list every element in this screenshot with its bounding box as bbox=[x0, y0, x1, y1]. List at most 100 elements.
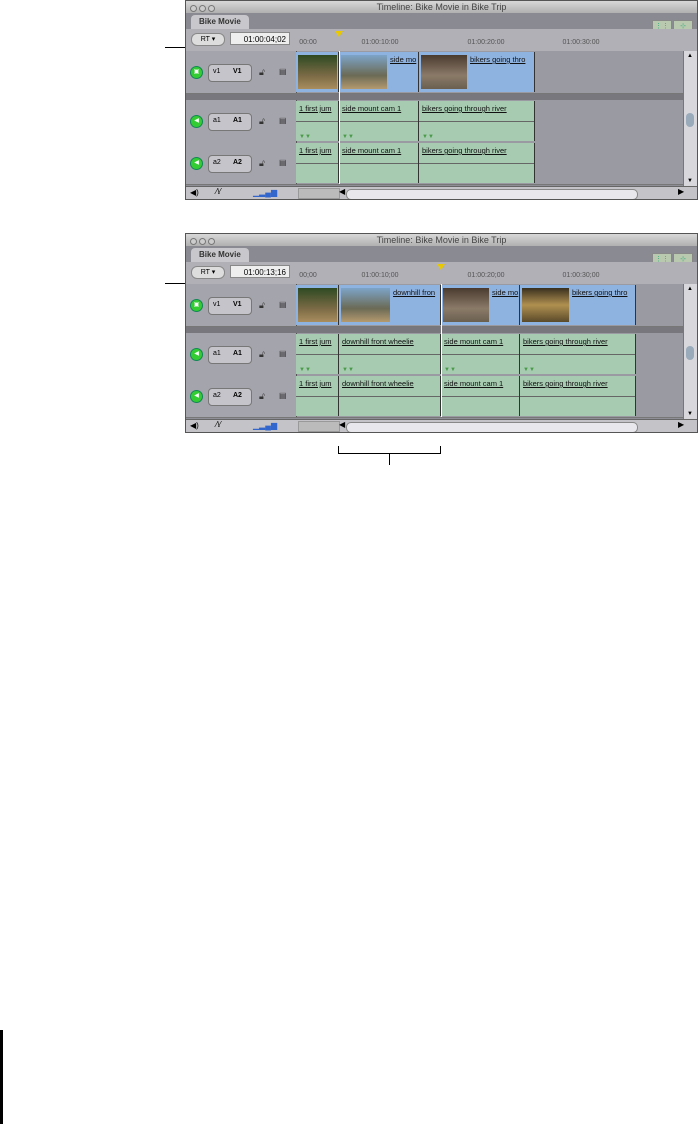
clip-overlays-icon[interactable]: ⁄\⁄ bbox=[216, 420, 221, 429]
audio-enable-toggle[interactable]: ◀ bbox=[190, 390, 203, 403]
zoom-button[interactable] bbox=[208, 5, 215, 12]
source-dest-patch[interactable]: v1 V1 bbox=[208, 297, 252, 315]
video-clip[interactable] bbox=[296, 52, 339, 92]
audio-waveform bbox=[296, 354, 338, 355]
scroll-left-arrow[interactable]: ◀ bbox=[339, 420, 345, 429]
video-clip[interactable]: side mo bbox=[339, 52, 419, 92]
zoom-button[interactable] bbox=[208, 238, 215, 245]
source-label: v1 bbox=[213, 301, 221, 308]
scroll-down-arrow[interactable]: ▼ bbox=[687, 178, 693, 184]
audio-link-markers: ▼▼ bbox=[299, 134, 311, 140]
clip-thumbnail bbox=[298, 288, 337, 322]
playhead[interactable] bbox=[335, 31, 343, 37]
audio-enable-toggle[interactable]: ◀ bbox=[190, 348, 203, 361]
auto-select-icon[interactable]: ▤ bbox=[279, 349, 287, 358]
dest-label: A2 bbox=[233, 159, 242, 166]
audio-clip[interactable]: side mount cam 1 bbox=[339, 143, 419, 183]
scroll-down-arrow[interactable]: ▼ bbox=[687, 411, 693, 417]
timeline-ruler[interactable]: RT ▾ 01:00:04;02 00:00 01:00:10:00 01:00:20:… bbox=[186, 29, 697, 52]
audio-clip[interactable]: ▼▼ bikers going through river bbox=[419, 101, 535, 141]
rt-button[interactable]: RT ▾ bbox=[191, 266, 225, 279]
audio-clip[interactable]: 1 first jum bbox=[296, 376, 339, 416]
clip-overlays-icon[interactable]: ⁄\⁄ bbox=[216, 187, 221, 196]
audio-enable-toggle[interactable]: ◀ bbox=[190, 115, 203, 128]
lock-icon[interactable]: 🔓︎ bbox=[259, 300, 265, 311]
horizontal-scrollbar-thumb[interactable] bbox=[346, 422, 638, 432]
track-visibility-toggle[interactable]: ▣ bbox=[190, 66, 203, 79]
lock-icon[interactable]: 🔓︎ bbox=[259, 391, 265, 402]
audio-clip[interactable]: ▼▼ 1 first jum bbox=[296, 334, 339, 374]
scroll-thumb[interactable] bbox=[686, 346, 694, 360]
source-dest-patch[interactable]: a2 A2 bbox=[208, 388, 252, 406]
audio-link-markers: ▼▼ bbox=[342, 134, 354, 140]
zoom-slider[interactable] bbox=[298, 421, 340, 432]
lock-icon[interactable]: 🔓︎ bbox=[259, 116, 265, 127]
track-height-control[interactable]: ▁▂▄▆ bbox=[253, 188, 277, 197]
scroll-right-arrow[interactable]: ▶ bbox=[678, 187, 684, 196]
audio-clip[interactable]: ▼▼ side mount cam 1 bbox=[339, 101, 419, 141]
scroll-up-arrow[interactable]: ▲ bbox=[687, 286, 693, 292]
video-clip[interactable]: bikers going thro bbox=[520, 285, 636, 325]
audio-enable-toggle[interactable]: ◀ bbox=[190, 157, 203, 170]
vertical-scrollbar[interactable]: ▲ ▼ bbox=[683, 284, 697, 419]
tab-bike-movie[interactable]: Bike Movie bbox=[191, 248, 249, 262]
ruler-tick-label: 01:00:10;00 bbox=[361, 272, 399, 279]
timeline-ruler[interactable]: RT ▾ 01:00:13;16 00;00 01:00:10;00 01:00:20;… bbox=[186, 262, 697, 285]
source-label: v1 bbox=[213, 68, 221, 75]
audio-clip[interactable]: bikers going through river bbox=[520, 376, 636, 416]
audio-clip[interactable]: ▼▼ bikers going through river bbox=[520, 334, 636, 374]
source-label: a1 bbox=[213, 350, 221, 357]
close-button[interactable] bbox=[190, 5, 197, 12]
source-dest-patch[interactable]: a2 A2 bbox=[208, 155, 252, 173]
source-label: a1 bbox=[213, 117, 221, 124]
audio-clip[interactable]: ▼▼ downhill front wheelie bbox=[339, 334, 441, 374]
audio-track: ◀ a2 A2 🔓︎ ▤ 1 first jum downhill front wheeli… bbox=[186, 375, 686, 418]
minimize-button[interactable] bbox=[199, 5, 206, 12]
video-clip[interactable]: bikers going thro bbox=[419, 52, 535, 92]
auto-select-icon[interactable]: ▤ bbox=[279, 116, 287, 125]
title-bar[interactable]: Timeline: Bike Movie in Bike Trip bbox=[186, 1, 697, 13]
audio-clip[interactable]: downhill front wheelie bbox=[339, 376, 441, 416]
source-dest-patch[interactable]: v1 V1 bbox=[208, 64, 252, 82]
scroll-thumb[interactable] bbox=[686, 113, 694, 127]
timecode-field[interactable]: 01:00:04;02 bbox=[230, 32, 290, 45]
clip-name: downhill front wheelie bbox=[342, 337, 414, 346]
title-bar[interactable]: Timeline: Bike Movie in Bike Trip bbox=[186, 234, 697, 246]
track-height-control[interactable]: ▁▂▄▆ bbox=[253, 421, 277, 430]
lock-icon[interactable]: 🔓︎ bbox=[259, 349, 265, 360]
close-button[interactable] bbox=[190, 238, 197, 245]
video-clip[interactable]: downhill fron bbox=[339, 285, 441, 325]
scroll-left-arrow[interactable]: ◀ bbox=[339, 187, 345, 196]
minimize-button[interactable] bbox=[199, 238, 206, 245]
audio-link-markers: ▼▼ bbox=[299, 367, 311, 373]
lock-icon[interactable]: 🔓︎ bbox=[259, 67, 265, 78]
audio-link-markers: ▼▼ bbox=[444, 367, 456, 373]
auto-select-icon[interactable]: ▤ bbox=[279, 300, 287, 309]
vertical-scrollbar[interactable]: ▲ ▼ bbox=[683, 51, 697, 186]
dest-label: V1 bbox=[233, 68, 242, 75]
source-dest-patch[interactable]: a1 A1 bbox=[208, 346, 252, 364]
lock-icon[interactable]: 🔓︎ bbox=[259, 158, 265, 169]
audio-clip[interactable]: ▼▼ side mount cam 1 bbox=[441, 334, 520, 374]
tab-bike-movie[interactable]: Bike Movie bbox=[191, 15, 249, 29]
audio-clip[interactable]: 1 first jum bbox=[296, 143, 339, 183]
timecode-field[interactable]: 01:00:13;16 bbox=[230, 265, 290, 278]
rt-button[interactable]: RT ▾ bbox=[191, 33, 225, 46]
audio-clip[interactable]: bikers going through river bbox=[419, 143, 535, 183]
auto-select-icon[interactable]: ▤ bbox=[279, 391, 287, 400]
video-clip[interactable]: side mo bbox=[441, 285, 520, 325]
horizontal-scrollbar-thumb[interactable] bbox=[346, 189, 638, 199]
video-clip[interactable] bbox=[296, 285, 339, 325]
auto-select-icon[interactable]: ▤ bbox=[279, 67, 287, 76]
scroll-right-arrow[interactable]: ▶ bbox=[678, 420, 684, 429]
track-visibility-toggle[interactable]: ▣ bbox=[190, 299, 203, 312]
audio-icon[interactable]: ◀) bbox=[190, 188, 199, 197]
scroll-up-arrow[interactable]: ▲ bbox=[687, 53, 693, 59]
auto-select-icon[interactable]: ▤ bbox=[279, 158, 287, 167]
playhead[interactable] bbox=[437, 264, 445, 270]
audio-icon[interactable]: ◀) bbox=[190, 421, 199, 430]
audio-clip[interactable]: side mount cam 1 bbox=[441, 376, 520, 416]
source-dest-patch[interactable]: a1 A1 bbox=[208, 113, 252, 131]
zoom-slider[interactable] bbox=[298, 188, 340, 199]
audio-clip[interactable]: ▼▼ 1 first jum bbox=[296, 101, 339, 141]
